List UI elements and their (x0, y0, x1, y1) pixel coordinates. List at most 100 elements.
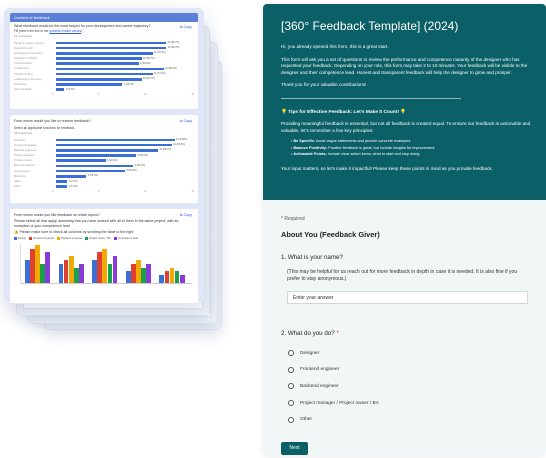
role-option-other[interactable]: Other (288, 411, 530, 428)
bar-track: 9 (60.0%) (56, 164, 194, 168)
bar-value-label: 14 (93.3%) (173, 143, 185, 147)
legend-item: Frontend engineer (29, 237, 54, 240)
bar-value-label: 8 (53.3%) (126, 169, 137, 173)
bar (56, 149, 159, 152)
grouped-bar (130, 263, 136, 283)
bar-value-label: 10 (66.7%) (142, 77, 155, 81)
bar-track: 14 (93.3%) (56, 143, 194, 147)
bar (56, 185, 68, 188)
option-label: Other (300, 417, 312, 423)
intro-paragraph-2: This form will ask you a set of question… (281, 56, 528, 75)
grouped-bar (58, 263, 64, 283)
bar-label: Prototyping & interaction (14, 51, 43, 55)
required-star: * (281, 216, 283, 222)
bar-track: 1 (6.7%) (56, 180, 194, 183)
bar-label: Product thinking (14, 72, 33, 76)
subtext-suffix: ) (81, 29, 83, 34)
grouped-bar (159, 275, 165, 283)
tip-text: Include clear action items: what to star… (327, 152, 421, 157)
tip-name: Actionable Points: (293, 152, 327, 157)
radio-button[interactable] (288, 366, 294, 373)
required-label: Required (284, 216, 305, 222)
subtext-prefix: Fill (here's the link to the (14, 29, 50, 34)
question-matrix-link[interactable]: question matrix values (49, 29, 81, 33)
bar-track: 13 (86.7%) (56, 148, 194, 152)
role-option-backend[interactable]: Backend engineer (288, 378, 530, 395)
bar-label: Collaboration (14, 67, 30, 71)
bar (56, 180, 68, 183)
tip-text: Positive feedback is great, but include … (328, 145, 436, 150)
bar-label: Sales (14, 180, 21, 183)
grouped-bar (164, 271, 170, 283)
copy-label: Copy (183, 119, 192, 123)
role-option-pm[interactable]: Project manager / Project owner / BA (288, 395, 530, 412)
grouped-bar (136, 260, 141, 283)
tip-item: Be Specific: Avoid vague statements and … (291, 138, 536, 145)
form-body: * Required About You (Feedback Giver) 1.… (263, 200, 546, 455)
grouped-bar (141, 267, 146, 283)
required-note: * Required (281, 216, 530, 222)
question-subtext: Select all applicable functions for feed… (14, 126, 76, 131)
grouped-bar (125, 271, 131, 283)
axis-tick-label: 15 (191, 93, 194, 97)
radio-button[interactable] (288, 350, 294, 357)
bar-value-label: 6 (40.0%) (107, 158, 118, 162)
axis-tick-label: 5 (98, 190, 100, 194)
grouped-bar (179, 275, 185, 283)
bar-value-label: 11 (73.3%) (153, 51, 166, 55)
tip-text: Avoid vague statements and provide concr… (315, 139, 412, 144)
next-button[interactable]: Next (281, 441, 308, 455)
grouped-bar (169, 267, 175, 283)
legend-item: Competence lead (114, 237, 138, 240)
question-subtext: Please select all that apply, assuming t… (14, 219, 179, 228)
question-2-text: 2. What do you do? (281, 330, 335, 337)
name-answer-input[interactable]: Enter your answer (287, 291, 528, 304)
tip-name: Balance Positivity: (293, 145, 328, 150)
option-label: Backend engineer (300, 383, 339, 389)
bar-track: 8 (53.3%) (56, 169, 194, 173)
bar-track: 1 (6.7%) (56, 88, 194, 91)
copy-chart-button[interactable]: ⧉ Copy (180, 119, 192, 123)
grouped-bar (92, 260, 97, 283)
radio-button[interactable] (288, 400, 294, 407)
grouped-bar (102, 248, 108, 283)
copy-chart-button[interactable]: ⧉ Copy (180, 25, 192, 29)
radio-button[interactable] (288, 416, 294, 423)
role-option-designer[interactable]: Designer (288, 345, 530, 362)
axis-tick-label: 0 (52, 190, 54, 194)
bar-value-label: 1 (6.7%) (65, 87, 75, 91)
tip-name: Be Specific: (293, 139, 316, 144)
bar-label: Design & problem solving (14, 41, 44, 45)
radio-button[interactable] (288, 383, 294, 390)
bar-label: Visual & UI craft (14, 46, 33, 50)
grouped-bar (35, 244, 40, 283)
option-label: Project manager / Project owner / BA (300, 400, 379, 406)
grouped-bar (68, 256, 74, 283)
bar (56, 67, 164, 71)
bar-label: Project managers (14, 154, 35, 158)
bar-value-label: 12 (80.0%) (165, 67, 177, 71)
copy-chart-button[interactable]: ⧉ Copy (180, 213, 192, 217)
bar-track: 11 (73.3%) (56, 72, 194, 76)
bar-track: 7 (46.7%) (56, 83, 194, 86)
bar-label: Leadership & mentoring (14, 77, 42, 81)
bar (56, 175, 87, 178)
bar-track: 1 (6.7%) (56, 185, 194, 188)
bar-label: Designers (14, 138, 26, 142)
option-label: Designer (300, 350, 320, 356)
bar (56, 169, 125, 173)
bar-value-label: 11 (73.3%) (153, 72, 166, 76)
tip-item: Actionable Points: Include clear action … (291, 151, 536, 158)
bar-track: 13 (86.7%) (56, 41, 194, 45)
bar (56, 46, 167, 50)
bar-label: Frontend engineers (14, 143, 37, 147)
bar-track: 10 (66.7%) (56, 77, 194, 81)
section-header: Content of feedback (10, 13, 198, 22)
question-text: From whom would you like to receive feed… (14, 119, 91, 123)
bar-track: 4 (26.7%) (56, 174, 194, 178)
axis-tick-label: 5 (98, 93, 100, 97)
grouped-bar (63, 260, 69, 283)
role-option-frontend[interactable]: Frontend engineer (288, 362, 530, 379)
result-card-feedback-sources: From whom would you like to receive feed… (9, 114, 199, 204)
bar-track: 10 (66.7%) (56, 57, 194, 60)
